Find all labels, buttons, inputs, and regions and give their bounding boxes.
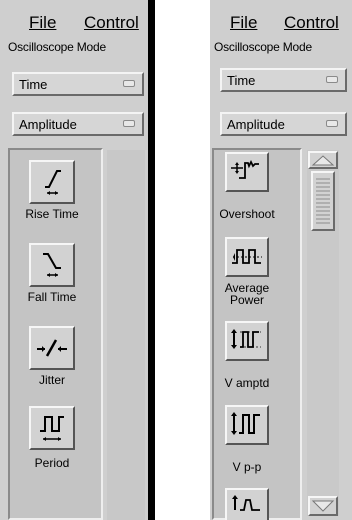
amplitude-dropdown[interactable]: Amplitude (12, 112, 144, 136)
jitter-icon (37, 339, 67, 357)
rise-time-label: Rise Time (25, 207, 79, 221)
time-dropdown[interactable]: Time (220, 68, 347, 92)
period-button[interactable] (29, 406, 75, 450)
file-menu[interactable]: File (29, 13, 56, 33)
period-label: Period (34, 456, 70, 470)
file-menu[interactable]: File (230, 13, 257, 33)
rise-time-icon (45, 170, 61, 195)
mode-label: Oscilloscope Mode (214, 40, 312, 54)
v-amplitude-button[interactable] (225, 321, 269, 361)
fall-time-label: Fall Time (27, 290, 77, 304)
rise-time-button[interactable] (29, 160, 75, 204)
amplitude-dropdown[interactable]: Amplitude (220, 112, 347, 136)
menu-bar: File Control (0, 10, 155, 34)
average-power-label-line2: Power (229, 293, 264, 307)
overshoot-button[interactable] (225, 152, 269, 192)
v-peak-to-peak-button[interactable] (225, 405, 269, 445)
menu-bar: File Control (210, 10, 352, 34)
control-menu[interactable]: Control (284, 13, 339, 33)
mode-label: Oscilloscope Mode (8, 40, 106, 54)
right-measurement-panel: File Control Oscilloscope Mode Time Ampl… (210, 0, 352, 520)
dropdown-indicator-icon (326, 120, 338, 127)
amplitude-dropdown-value: Amplitude (19, 117, 77, 132)
scroll-thumb[interactable] (311, 171, 335, 231)
v-amplitude-icon (231, 329, 261, 349)
overshoot-label: Overshoot (219, 207, 275, 221)
overshoot-icon (231, 159, 259, 179)
v-peak-to-peak-icon (231, 412, 260, 435)
time-dropdown-value: Time (227, 73, 256, 88)
dropdown-indicator-icon (326, 76, 338, 83)
partial-measurement-button[interactable] (225, 488, 269, 520)
control-menu[interactable]: Control (84, 13, 139, 33)
scroll-down-arrow-icon (311, 500, 335, 512)
scroll-grip-icon (316, 178, 330, 224)
v-peak-to-peak-label: V p-p (232, 460, 262, 474)
partial-measurement-icon (232, 495, 260, 511)
average-power-button[interactable] (225, 237, 269, 277)
dropdown-indicator-icon (123, 80, 135, 87)
period-icon (40, 416, 64, 441)
scroll-down-button[interactable] (308, 496, 338, 516)
left-measurement-panel: File Control Oscilloscope Mode Time Ampl… (0, 0, 155, 520)
time-dropdown[interactable]: Time (12, 72, 144, 96)
fall-time-button[interactable] (29, 243, 75, 287)
dropdown-indicator-icon (123, 120, 135, 127)
jitter-button[interactable] (29, 326, 75, 370)
scroll-up-arrow-icon (311, 155, 335, 166)
v-amplitude-label: V amptd (224, 376, 270, 390)
scroll-up-button[interactable] (308, 151, 338, 169)
average-power-icon (232, 249, 262, 264)
fall-time-icon (43, 253, 61, 277)
time-dropdown-value: Time (19, 77, 48, 92)
scrollbar-track[interactable] (107, 150, 145, 520)
window-edge (148, 0, 155, 520)
amplitude-dropdown-value: Amplitude (227, 117, 285, 132)
jitter-label: Jitter (38, 373, 65, 387)
